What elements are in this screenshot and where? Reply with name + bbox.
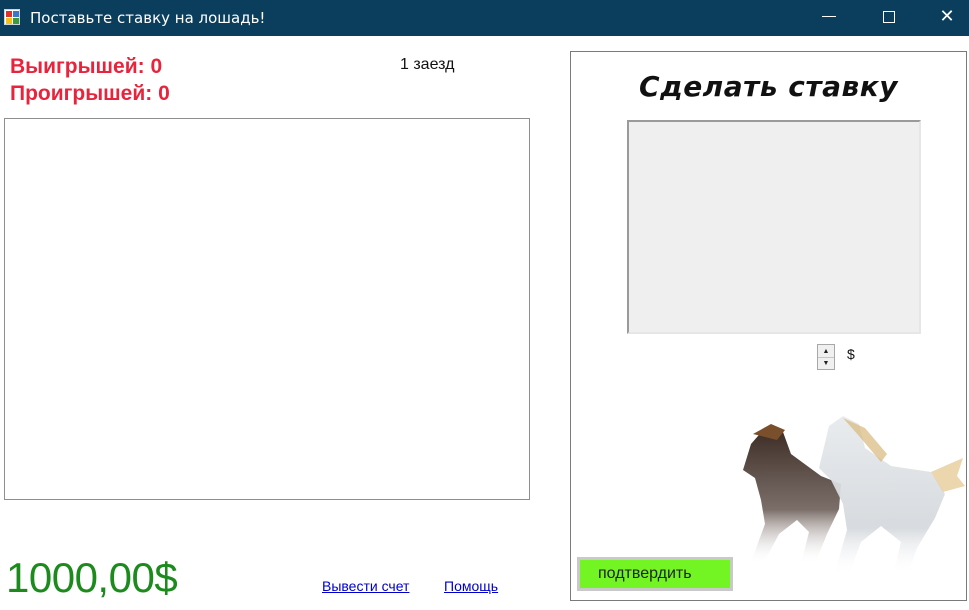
title-bar: Поставьте ставку на лошадь! ✕	[0, 0, 969, 36]
help-link[interactable]: Помощь	[444, 578, 498, 594]
race-number-label: 1 заезд	[400, 56, 455, 73]
bet-panel: Сделать ставку ▲ ▼ $ подтвердить	[570, 51, 967, 601]
losses-counter: Проигрышей: 0	[10, 82, 170, 105]
balance-amount: 1000,00$	[6, 554, 178, 601]
window-title: Поставьте ставку на лошадь!	[30, 9, 266, 27]
currency-label: $	[847, 346, 855, 362]
confirm-button[interactable]: подтвердить	[577, 557, 733, 591]
maximize-button[interactable]	[860, 0, 918, 33]
bet-amount-stepper[interactable]: ▲ ▼	[817, 344, 835, 370]
wins-counter: Выигрышей: 0	[10, 55, 163, 78]
horse-selection-list[interactable]	[627, 120, 921, 334]
minimize-icon	[822, 15, 836, 18]
withdraw-link[interactable]: Вывести счет	[322, 578, 409, 594]
race-track-panel	[4, 118, 530, 500]
bet-panel-title: Сделать ставку	[639, 70, 898, 103]
app-icon	[4, 9, 20, 25]
chevron-down-icon[interactable]: ▼	[818, 357, 834, 369]
maximize-icon	[883, 10, 895, 23]
minimize-button[interactable]	[800, 0, 858, 33]
close-button[interactable]: ✕	[918, 0, 969, 33]
close-icon: ✕	[939, 6, 955, 26]
horses-image	[743, 416, 965, 576]
